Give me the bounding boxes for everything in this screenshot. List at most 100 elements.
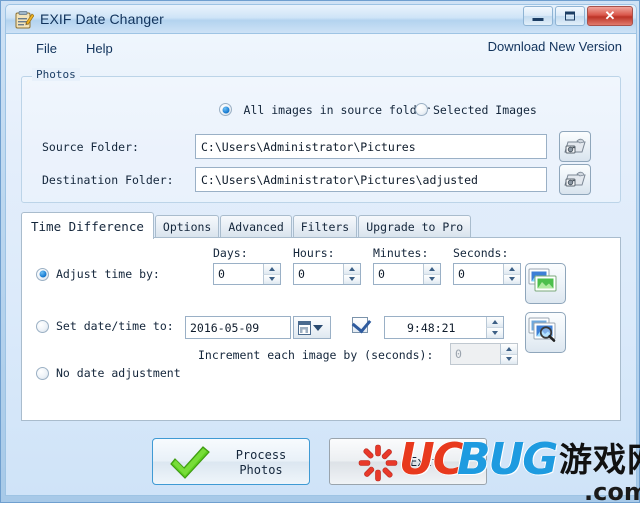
source-folder-row: Source Folder: <box>22 131 620 164</box>
hours-stepper-arrows[interactable] <box>343 264 360 284</box>
minutes-value: 0 <box>378 267 385 281</box>
increment-stepper[interactable]: 0 <box>450 343 518 365</box>
red-burst-icon <box>358 444 398 487</box>
destination-folder-row: Destination Folder: <box>22 164 620 197</box>
hours-field: Hours: 0 <box>293 246 361 285</box>
window-title: EXIF Date Changer <box>40 11 164 27</box>
exit-label: Exit <box>410 455 439 469</box>
chevron-down-icon <box>313 324 323 331</box>
menu-file[interactable]: File <box>30 39 63 58</box>
time-stepper[interactable]: 9:48:21 <box>384 316 504 339</box>
source-folder-input[interactable] <box>195 134 547 159</box>
seconds-stepper[interactable]: 0 <box>453 263 521 285</box>
minutes-stepper-up[interactable] <box>423 264 440 275</box>
source-browse-button[interactable] <box>559 131 591 162</box>
close-button[interactable]: ✕ <box>587 6 633 26</box>
radio-selected-images-label: Selected Images <box>433 102 537 117</box>
minutes-label: Minutes: <box>373 246 429 260</box>
radio-all-images-indicator <box>219 103 232 117</box>
radio-all-images-label: All images in source folder <box>243 102 431 117</box>
minutes-stepper[interactable]: 0 <box>373 263 441 285</box>
tab-options[interactable]: Options <box>154 215 220 238</box>
radio-adjust-time-by[interactable]: Adjust time by: <box>36 267 160 281</box>
source-folder-label: Source Folder: <box>42 140 139 154</box>
time-stepper-down[interactable] <box>486 328 503 338</box>
increment-stepper-arrows[interactable] <box>500 344 517 364</box>
tab-filters[interactable]: Filters <box>292 215 358 238</box>
exit-button[interactable]: Exit <box>329 438 487 485</box>
destination-browse-button[interactable] <box>559 164 591 195</box>
tab-page-time-difference: Adjust time by: Days: 0 Hours: 0 Minutes… <box>21 237 621 421</box>
photos-group-legend: Photos <box>32 68 80 81</box>
minutes-stepper-down[interactable] <box>423 274 440 284</box>
tab-control: Time Difference Options Advanced Filters… <box>21 212 621 421</box>
date-picker-dropdown-button[interactable] <box>293 316 331 339</box>
radio-selected-images[interactable]: Selected Images <box>415 101 537 119</box>
photos-preview-icon <box>526 317 559 350</box>
minutes-stepper-arrows[interactable] <box>423 264 440 284</box>
radio-no-date-adjustment-indicator <box>36 366 49 380</box>
radio-no-date-adjustment-label: No date adjustment <box>56 366 181 380</box>
window-controls: ✕ <box>521 6 633 28</box>
time-value: 9:48:21 <box>407 321 456 335</box>
tab-time-difference[interactable]: Time Difference <box>21 212 154 239</box>
date-input[interactable]: 2016-05-09 <box>185 316 291 339</box>
preview-button[interactable] <box>525 312 566 353</box>
increment-stepper-up[interactable] <box>500 344 517 355</box>
set-time-checkbox[interactable] <box>351 313 372 334</box>
menu-help[interactable]: Help <box>80 39 119 58</box>
days-label: Days: <box>213 246 248 260</box>
clipboard-pencil-icon <box>14 10 35 30</box>
days-stepper-arrows[interactable] <box>263 264 280 284</box>
date-value: 2016-05-09 <box>190 321 260 335</box>
apply-time-difference-button[interactable] <box>525 263 566 304</box>
seconds-stepper-arrows[interactable] <box>503 264 520 284</box>
hours-stepper-up[interactable] <box>343 264 360 275</box>
radio-selected-images-indicator <box>415 103 428 117</box>
green-check-icon <box>167 445 213 486</box>
days-stepper-down[interactable] <box>263 274 280 284</box>
process-photos-label-line1: Process <box>235 448 287 462</box>
days-field: Days: 0 <box>213 246 281 285</box>
destination-folder-label: Destination Folder: <box>42 173 174 187</box>
hours-stepper-down[interactable] <box>343 274 360 284</box>
menu-bar: File Help Download New Version <box>6 34 636 62</box>
radio-set-datetime-label: Set date/time to: <box>56 319 174 333</box>
seconds-label: Seconds: <box>453 246 509 260</box>
minutes-field: Minutes: 0 <box>373 246 441 285</box>
radio-adjust-time-by-indicator <box>36 267 49 281</box>
minimize-icon <box>532 18 544 22</box>
increment-value: 0 <box>455 347 462 361</box>
seconds-field: Seconds: 0 <box>453 246 521 285</box>
radio-set-datetime[interactable]: Set date/time to: <box>36 319 174 333</box>
seconds-value: 0 <box>458 267 465 281</box>
download-new-version-link[interactable]: Download New Version <box>488 39 622 54</box>
title-bar: EXIF Date Changer ✕ <box>5 4 637 34</box>
tab-strip: Time Difference Options Advanced Filters… <box>21 212 472 239</box>
increment-stepper-down[interactable] <box>500 354 517 364</box>
time-stepper-up[interactable] <box>486 317 503 328</box>
radio-adjust-time-by-label: Adjust time by: <box>56 267 160 281</box>
time-stepper-arrows[interactable] <box>486 317 503 338</box>
hours-value: 0 <box>298 267 305 281</box>
process-photos-label-line2: Photos <box>239 463 283 477</box>
tab-advanced[interactable]: Advanced <box>220 215 292 238</box>
hours-stepper[interactable]: 0 <box>293 263 361 285</box>
photos-group: Photos All images in source folder Selec… <box>21 68 621 203</box>
destination-folder-input[interactable] <box>195 167 547 192</box>
radio-set-datetime-indicator <box>36 319 49 333</box>
days-value: 0 <box>218 267 225 281</box>
minimize-button[interactable] <box>523 6 553 26</box>
radio-no-date-adjustment[interactable]: No date adjustment <box>36 366 181 380</box>
days-stepper-up[interactable] <box>263 264 280 275</box>
maximize-button[interactable] <box>555 6 585 26</box>
process-photos-button[interactable]: Process Photos <box>152 438 310 485</box>
days-stepper[interactable]: 0 <box>213 263 281 285</box>
hours-label: Hours: <box>293 246 335 260</box>
radio-all-images[interactable]: All images in source folder <box>219 101 437 119</box>
tab-upgrade-to-pro[interactable]: Upgrade to Pro <box>358 215 472 238</box>
calendar-icon <box>298 321 311 335</box>
close-icon: ✕ <box>604 8 616 23</box>
seconds-stepper-up[interactable] <box>503 264 520 275</box>
seconds-stepper-down[interactable] <box>503 274 520 284</box>
